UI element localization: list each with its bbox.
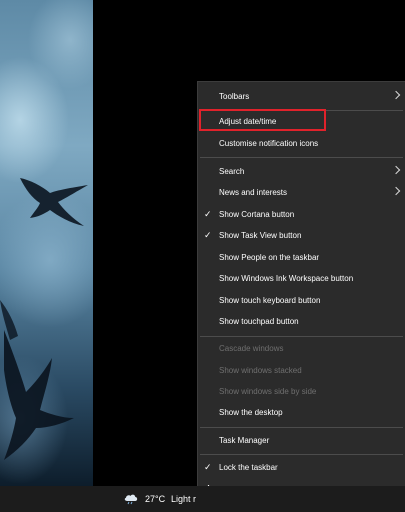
chevron-right-icon [391,186,401,196]
menu-item-label: Task Manager [219,436,270,445]
menu-item-customise-notification-icons[interactable]: Customise notification icons [198,133,405,154]
checkmark-icon: ✓ [204,209,212,219]
menu-item-label: Toolbars [219,92,250,101]
menu-item-show-the-desktop[interactable]: Show the desktop [198,402,405,423]
menu-item-label: Show the desktop [219,408,283,417]
menu-item-label: Show windows stacked [219,366,302,375]
highlight-annotation-box [199,109,326,131]
menu-item-show-people[interactable]: Show People on the taskbar [198,247,405,268]
menu-item-lock-the-taskbar[interactable]: ✓ Lock the taskbar [198,457,405,478]
menu-item-show-windows-side-by-side: Show windows side by side [198,381,405,402]
desktop-wallpaper [0,0,93,486]
menu-item-task-manager[interactable]: Task Manager [198,430,405,451]
menu-item-show-cortana-button[interactable]: ✓ Show Cortana button [198,204,405,225]
menu-item-show-touchpad[interactable]: Show touchpad button [198,311,405,332]
taskbar-context-menu: Toolbars Adjust date/time Customise noti… [197,81,405,502]
weather-temperature: 27°C [145,494,166,504]
menu-item-show-windows-ink[interactable]: Show Windows Ink Workspace button [198,268,405,289]
menu-item-label: Show touch keyboard button [219,296,321,305]
chevron-right-icon [391,90,401,100]
menu-separator [200,427,403,428]
menu-item-label: Show touchpad button [219,317,299,326]
menu-separator [200,336,403,337]
menu-item-news-and-interests[interactable]: News and interests [198,182,405,203]
menu-item-show-touch-keyboard[interactable]: Show touch keyboard button [198,290,405,311]
menu-item-label: News and interests [219,188,288,197]
cloud-rain-icon [124,494,138,505]
menu-item-label: Cascade windows [219,344,284,353]
menu-separator [200,454,403,455]
menu-item-label: Show Task View button [219,231,302,240]
menu-item-cascade-windows: Cascade windows [198,338,405,359]
crow-silhouettes [0,178,88,460]
taskbar[interactable] [0,486,405,512]
menu-item-label: Show Windows Ink Workspace button [219,274,354,283]
menu-item-show-windows-stacked: Show windows stacked [198,360,405,381]
checkmark-icon: ✓ [204,230,212,240]
menu-item-show-task-view-button[interactable]: ✓ Show Task View button [198,225,405,246]
menu-item-label: Customise notification icons [219,139,319,148]
weather-condition: Light r [171,494,197,504]
menu-item-label: Show Cortana button [219,210,295,219]
menu-item-label: Show windows side by side [219,387,317,396]
chevron-right-icon [391,165,401,175]
menu-item-label: Search [219,167,245,176]
desktop-dark-area [93,0,197,486]
menu-item-label: Lock the taskbar [219,463,278,472]
menu-item-search[interactable]: Search [198,161,405,182]
menu-separator [200,157,403,158]
checkmark-icon: ✓ [204,462,212,472]
menu-item-toolbars[interactable]: Toolbars [198,86,405,107]
menu-item-label: Show People on the taskbar [219,253,320,262]
